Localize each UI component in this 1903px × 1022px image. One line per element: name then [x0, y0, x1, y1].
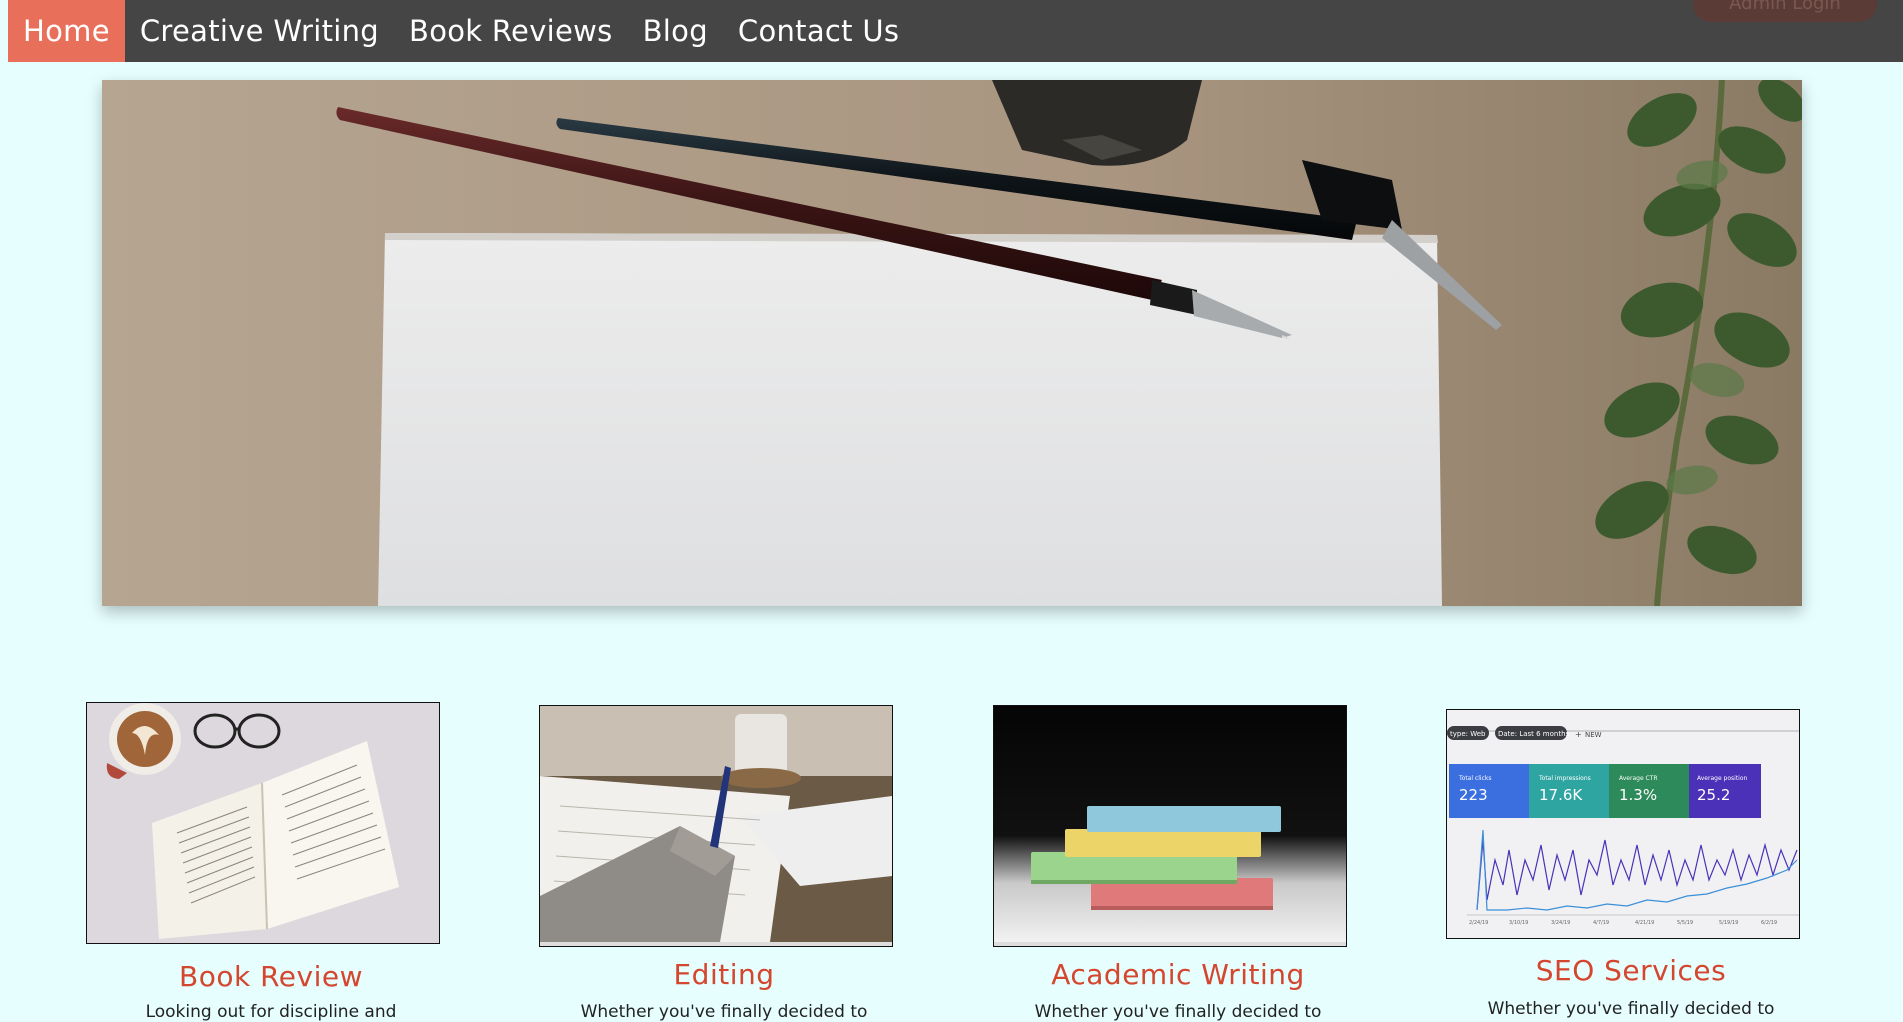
- nav-item-creative-writing[interactable]: Creative Writing: [125, 0, 394, 62]
- service-description: Whether you've finally decided to: [580, 1002, 868, 1022]
- service-description: Whether you've finally decided to: [1487, 999, 1775, 1019]
- svg-text:+: +: [1575, 730, 1582, 739]
- date-tick: 4/7/19: [1593, 920, 1609, 926]
- service-title[interactable]: SEO Services: [1446, 954, 1816, 987]
- nav-item-contact-us[interactable]: Contact Us: [723, 0, 914, 62]
- service-title[interactable]: Editing: [539, 958, 909, 991]
- book-review-image: [86, 702, 440, 944]
- service-title[interactable]: Academic Writing: [993, 958, 1363, 991]
- filter-chip-date: Date: Last 6 months: [1498, 730, 1570, 738]
- academic-writing-image: [993, 705, 1347, 947]
- metric-label: Average CTR: [1619, 775, 1658, 782]
- seo-dashboard-image: type: Web Date: Last 6 months + NEW Tota…: [1446, 709, 1800, 939]
- nav-menu: Home Creative Writing Book Reviews Blog …: [8, 0, 914, 62]
- nav-item-home[interactable]: Home: [8, 0, 125, 62]
- metric-label: Total clicks: [1458, 775, 1491, 782]
- hero-banner-image: [102, 80, 1802, 606]
- metric-value: 25.2: [1697, 786, 1730, 804]
- nav-item-blog[interactable]: Blog: [628, 0, 723, 62]
- filter-new: NEW: [1585, 731, 1602, 739]
- filter-chip-type: type: Web: [1450, 730, 1486, 738]
- service-title[interactable]: Book Review: [86, 960, 456, 993]
- metric-value: 1.3%: [1619, 786, 1657, 804]
- editing-image: [539, 705, 893, 947]
- date-tick: 5/19/19: [1719, 920, 1738, 926]
- nav-item-book-reviews[interactable]: Book Reviews: [394, 0, 628, 62]
- admin-login-button[interactable]: Admin Login: [1693, 0, 1877, 22]
- metric-label: Average position: [1697, 775, 1748, 782]
- metric-value: 17.6K: [1539, 786, 1583, 804]
- date-tick: 5/5/19: [1677, 920, 1693, 926]
- metric-label: Total impressions: [1538, 775, 1591, 782]
- top-navbar: Home Creative Writing Book Reviews Blog …: [8, 0, 1903, 62]
- service-description: Whether you've finally decided to: [1034, 1002, 1322, 1022]
- date-tick: 3/24/19: [1551, 920, 1570, 926]
- calligraphy-pens-illustration: [102, 80, 1802, 606]
- date-tick: 2/24/19: [1469, 920, 1488, 926]
- date-tick: 6/2/19: [1761, 920, 1777, 926]
- metric-value: 223: [1459, 786, 1488, 804]
- service-description: Looking out for discipline and: [145, 1002, 397, 1022]
- date-tick: 4/21/19: [1635, 920, 1654, 926]
- date-tick: 3/10/19: [1509, 920, 1528, 926]
